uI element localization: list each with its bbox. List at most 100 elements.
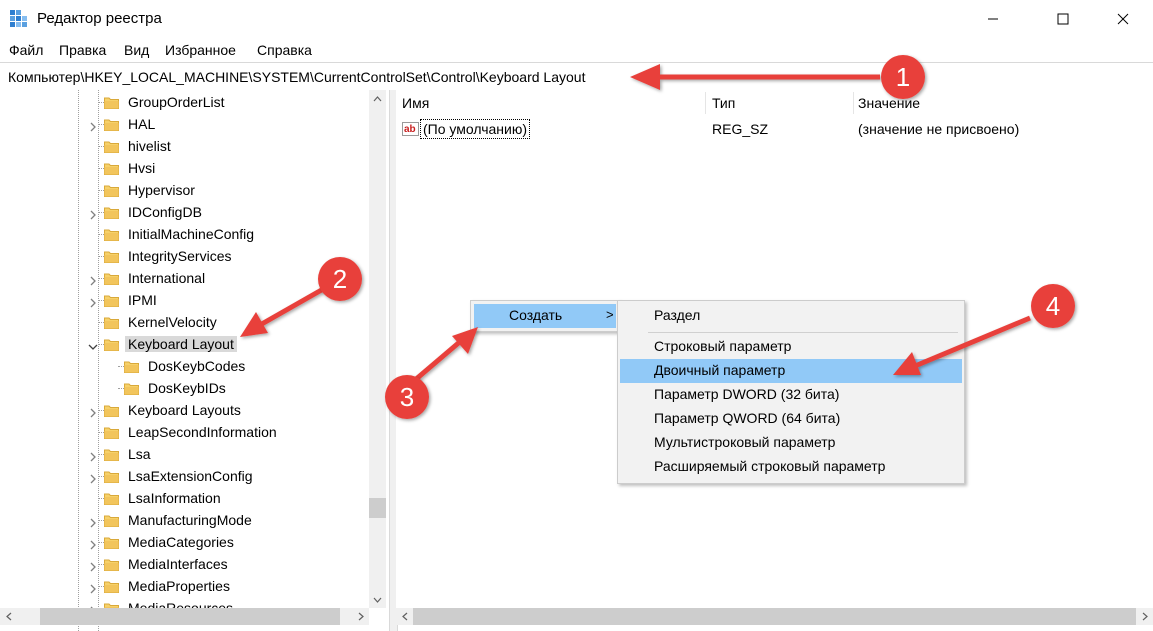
- tree-item-label: MediaInterfaces: [128, 556, 228, 572]
- tree-item[interactable]: International: [104, 267, 208, 289]
- expand-chevron-icon[interactable]: [88, 471, 98, 484]
- folder-icon: [104, 141, 119, 153]
- svg-text:ab: ab: [404, 124, 416, 135]
- submenu-item[interactable]: Раздел: [620, 304, 962, 328]
- close-button[interactable]: [1100, 0, 1146, 38]
- tree-item[interactable]: IntegrityServices: [104, 245, 234, 267]
- scroll-down-arrow[interactable]: [369, 591, 386, 608]
- tree-item[interactable]: Lsa: [104, 443, 154, 465]
- submenu-item[interactable]: Двоичный параметр: [620, 359, 962, 383]
- window-title: Редактор реестра: [37, 10, 162, 27]
- folder-icon: [104, 493, 119, 505]
- tree-item[interactable]: Keyboard Layouts: [104, 399, 244, 421]
- tree-horizontal-scrollbar[interactable]: [0, 608, 369, 625]
- tree-item[interactable]: MediaCategories: [104, 531, 237, 553]
- submenu-item[interactable]: Параметр DWORD (32 бита): [620, 383, 962, 407]
- tree-item-label: KernelVelocity: [128, 314, 217, 330]
- expand-chevron-icon[interactable]: [88, 449, 98, 462]
- folder-icon: [104, 229, 119, 241]
- scroll-left-arrow[interactable]: [396, 608, 413, 625]
- menu-edit[interactable]: Правка: [59, 42, 106, 58]
- expand-chevron-icon[interactable]: [88, 119, 98, 132]
- tree-item[interactable]: HAL: [104, 113, 158, 135]
- minimize-icon: [988, 18, 998, 20]
- tree-item[interactable]: MediaInterfaces: [104, 553, 231, 575]
- menu-favorites[interactable]: Избранное: [165, 42, 236, 58]
- tree-item[interactable]: KernelVelocity: [104, 311, 220, 333]
- tree-item[interactable]: Hypervisor: [104, 179, 198, 201]
- tree-item[interactable]: DosKeybCodes: [124, 355, 248, 377]
- tree-vertical-scroll-thumb[interactable]: [369, 498, 386, 518]
- chevron-up-icon: [373, 95, 382, 101]
- value-name[interactable]: (По умолчанию): [420, 119, 531, 139]
- tree-item-label: Keyboard Layout: [125, 336, 237, 352]
- submenu-item-label: Раздел: [654, 307, 701, 323]
- expand-chevron-icon[interactable]: [88, 207, 98, 220]
- tree-horizontal-scroll-thumb[interactable]: [40, 608, 340, 625]
- collapse-chevron-icon[interactable]: [88, 339, 98, 350]
- tree-item[interactable]: Keyboard Layout: [104, 333, 237, 355]
- chevron-left-icon: [5, 612, 11, 621]
- tree-item[interactable]: LsaExtensionConfig: [104, 465, 256, 487]
- tree-item-label: LeapSecondInformation: [128, 424, 277, 440]
- tree-item[interactable]: DosKeybIDs: [124, 377, 229, 399]
- scroll-right-arrow[interactable]: [352, 608, 369, 625]
- value-data: (значение не присвоено): [858, 121, 1020, 137]
- values-horizontal-scroll-thumb[interactable]: [413, 608, 1136, 625]
- folder-icon: [104, 471, 119, 483]
- menu-bar: Файл Правка Вид Избранное Справка: [0, 38, 1153, 62]
- tree-item[interactable]: hivelist: [104, 135, 174, 157]
- submenu-item[interactable]: Мультистроковый параметр: [620, 431, 962, 455]
- tree-item[interactable]: Hvsi: [104, 157, 158, 179]
- maximize-button[interactable]: [1040, 0, 1086, 38]
- folder-icon: [104, 97, 119, 109]
- submenu-item[interactable]: Расширяемый строковый параметр: [620, 455, 962, 479]
- table-row[interactable]: ab (По умолчанию) REG_SZ (значение не пр…: [396, 118, 1153, 140]
- submenu-item[interactable]: Строковый параметр: [620, 335, 962, 359]
- expand-chevron-icon[interactable]: [88, 405, 98, 418]
- folder-icon: [104, 251, 119, 263]
- tree-item[interactable]: LeapSecondInformation: [104, 421, 280, 443]
- tree-item-label: Hvsi: [128, 160, 156, 176]
- tree-item-label: IDConfigDB: [128, 204, 202, 220]
- submenu-item[interactable]: Параметр QWORD (64 бита): [620, 407, 962, 431]
- expand-chevron-icon[interactable]: [88, 295, 98, 308]
- tree-item[interactable]: IPMI: [104, 289, 160, 311]
- column-divider[interactable]: [705, 92, 706, 114]
- tree-item-label: Keyboard Layouts: [128, 402, 241, 418]
- address-path[interactable]: Компьютер\HKEY_LOCAL_MACHINE\SYSTEM\Curr…: [8, 69, 585, 85]
- scroll-left-arrow[interactable]: [0, 608, 17, 625]
- expand-chevron-icon[interactable]: [88, 537, 98, 550]
- tree-item[interactable]: ManufacturingMode: [104, 509, 255, 531]
- scroll-up-arrow[interactable]: [369, 90, 386, 107]
- tree-vertical-scrollbar[interactable]: [369, 90, 386, 608]
- menu-item-create[interactable]: Создать >: [474, 304, 616, 328]
- expand-chevron-icon[interactable]: [88, 559, 98, 572]
- column-header-value[interactable]: Значение: [858, 95, 920, 111]
- registry-editor-window: Редактор реестра Файл Правка Вид Избранн…: [0, 0, 1153, 631]
- context-menu: Создать >: [470, 300, 620, 332]
- tree-item-label: hivelist: [128, 138, 171, 154]
- tree-item-label: DosKeybCodes: [148, 358, 246, 374]
- values-horizontal-scrollbar[interactable]: [396, 608, 1153, 625]
- menu-view[interactable]: Вид: [124, 42, 149, 58]
- minimize-button[interactable]: [970, 0, 1016, 38]
- submenu-item-label: Параметр QWORD (64 бита): [654, 410, 841, 426]
- scroll-right-arrow[interactable]: [1136, 608, 1153, 625]
- column-header-type[interactable]: Тип: [712, 95, 735, 111]
- tree-item-label: IPMI: [128, 292, 157, 308]
- tree-item[interactable]: GroupOrderList: [104, 91, 227, 113]
- expand-chevron-icon[interactable]: [88, 515, 98, 528]
- tree-item[interactable]: InitialMachineConfig: [104, 223, 257, 245]
- address-bar[interactable]: Компьютер\HKEY_LOCAL_MACHINE\SYSTEM\Curr…: [0, 62, 1153, 92]
- tree-item[interactable]: MediaProperties: [104, 575, 233, 597]
- expand-chevron-icon[interactable]: [88, 273, 98, 286]
- tree-item[interactable]: LsaInformation: [104, 487, 224, 509]
- tree-item[interactable]: IDConfigDB: [104, 201, 205, 223]
- menu-file[interactable]: Файл: [9, 42, 43, 58]
- column-divider[interactable]: [853, 92, 854, 114]
- column-header-name[interactable]: Имя: [402, 95, 429, 111]
- menu-help[interactable]: Справка: [257, 42, 312, 58]
- expand-chevron-icon[interactable]: [88, 581, 98, 594]
- folder-icon: [104, 207, 119, 219]
